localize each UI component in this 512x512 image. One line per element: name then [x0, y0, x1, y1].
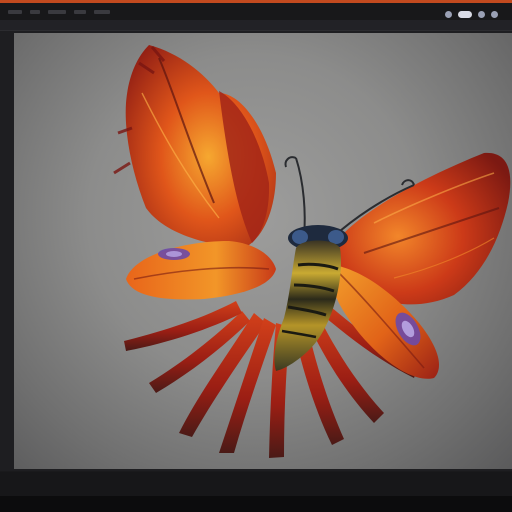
status-bar	[0, 472, 512, 496]
system-tray	[445, 7, 498, 21]
artwork-canvas[interactable]	[14, 33, 512, 469]
toolbar	[0, 20, 512, 31]
screen	[0, 0, 512, 512]
lower-left-wing	[126, 241, 276, 300]
canvas-frame	[0, 31, 512, 471]
menu-item-3[interactable]	[48, 9, 66, 14]
butterfly-illustration	[113, 45, 511, 458]
monitor-bezel	[0, 496, 512, 512]
menu-item-4[interactable]	[74, 9, 86, 14]
upper-left-wing	[113, 45, 276, 248]
user-icon[interactable]	[478, 10, 485, 18]
toggle-icon[interactable]	[458, 10, 472, 18]
network-icon[interactable]	[491, 10, 498, 18]
menu-bar	[0, 3, 512, 20]
status-dot-icon[interactable]	[445, 10, 452, 18]
menu-item-5[interactable]	[94, 9, 110, 14]
menu-item-1[interactable]	[8, 9, 22, 14]
menu-item-2[interactable]	[30, 9, 40, 14]
